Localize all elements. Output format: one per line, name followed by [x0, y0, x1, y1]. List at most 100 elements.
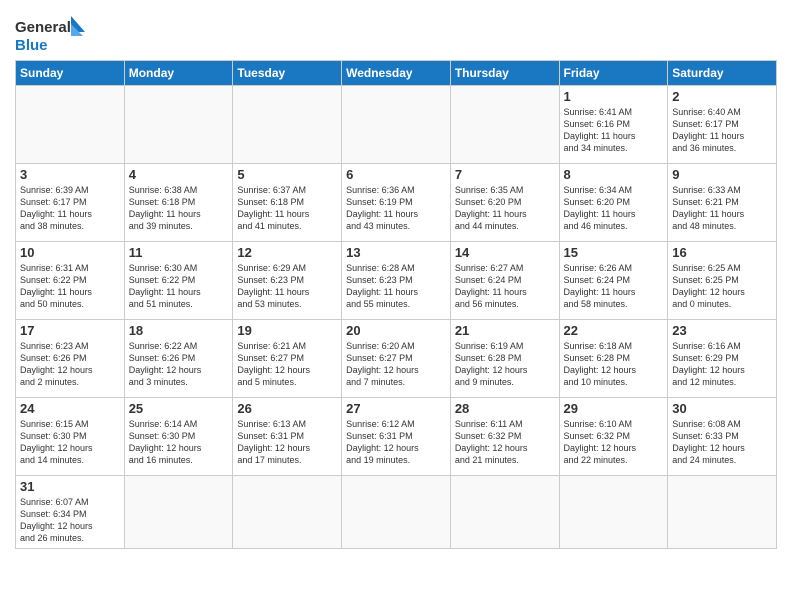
day-info: Sunrise: 6:40 AM Sunset: 6:17 PM Dayligh… [672, 106, 772, 155]
day-header-saturday: Saturday [668, 61, 777, 86]
calendar-cell [450, 86, 559, 164]
day-header-wednesday: Wednesday [342, 61, 451, 86]
calendar-cell: 12 Sunrise: 6:29 AM Sunset: 6:23 PM Dayli… [233, 242, 342, 320]
calendar-cell [450, 476, 559, 549]
day-info: Sunrise: 6:18 AM Sunset: 6:28 PM Dayligh… [564, 340, 664, 389]
day-info: Sunrise: 6:16 AM Sunset: 6:29 PM Dayligh… [672, 340, 772, 389]
day-info: Sunrise: 6:27 AM Sunset: 6:24 PM Dayligh… [455, 262, 555, 311]
day-number: 22 [564, 323, 664, 338]
calendar-cell: 2 Sunrise: 6:40 AM Sunset: 6:17 PM Daylig… [668, 86, 777, 164]
day-info: Sunrise: 6:26 AM Sunset: 6:24 PM Dayligh… [564, 262, 664, 311]
day-info: Sunrise: 6:36 AM Sunset: 6:19 PM Dayligh… [346, 184, 446, 233]
calendar-cell: 3Sunrise: 6:39 AM Sunset: 6:17 PM Daylig… [16, 164, 125, 242]
calendar-cell: 23 Sunrise: 6:16 AM Sunset: 6:29 PM Dayli… [668, 320, 777, 398]
day-number: 17 [20, 323, 120, 338]
day-info: Sunrise: 6:37 AM Sunset: 6:18 PM Dayligh… [237, 184, 337, 233]
day-number: 28 [455, 401, 555, 416]
day-number: 7 [455, 167, 555, 182]
day-header-friday: Friday [559, 61, 668, 86]
day-number: 31 [20, 479, 120, 494]
day-info: Sunrise: 6:41 AM Sunset: 6:16 PM Dayligh… [564, 106, 664, 155]
day-info: Sunrise: 6:30 AM Sunset: 6:22 PM Dayligh… [129, 262, 229, 311]
calendar-week-1: 1 Sunrise: 6:41 AM Sunset: 6:16 PM Daylig… [16, 86, 777, 164]
day-number: 15 [564, 245, 664, 260]
day-number: 13 [346, 245, 446, 260]
calendar-cell: 20 Sunrise: 6:20 AM Sunset: 6:27 PM Dayli… [342, 320, 451, 398]
day-info: Sunrise: 6:19 AM Sunset: 6:28 PM Dayligh… [455, 340, 555, 389]
calendar-cell [124, 476, 233, 549]
calendar-week-4: 17Sunrise: 6:23 AM Sunset: 6:26 PM Dayli… [16, 320, 777, 398]
day-info: Sunrise: 6:28 AM Sunset: 6:23 PM Dayligh… [346, 262, 446, 311]
day-info: Sunrise: 6:39 AM Sunset: 6:17 PM Dayligh… [20, 184, 120, 233]
day-info: Sunrise: 6:07 AM Sunset: 6:34 PM Dayligh… [20, 496, 120, 545]
day-header-thursday: Thursday [450, 61, 559, 86]
calendar-cell: 6 Sunrise: 6:36 AM Sunset: 6:19 PM Daylig… [342, 164, 451, 242]
day-number: 24 [20, 401, 120, 416]
day-info: Sunrise: 6:38 AM Sunset: 6:18 PM Dayligh… [129, 184, 229, 233]
calendar-cell: 15 Sunrise: 6:26 AM Sunset: 6:24 PM Dayli… [559, 242, 668, 320]
svg-text:Blue: Blue [15, 37, 48, 54]
svg-text:General: General [15, 19, 71, 36]
calendar-cell: 19Sunrise: 6:21 AM Sunset: 6:27 PM Dayli… [233, 320, 342, 398]
day-info: Sunrise: 6:29 AM Sunset: 6:23 PM Dayligh… [237, 262, 337, 311]
calendar-cell [16, 86, 125, 164]
calendar-cell: 8Sunrise: 6:34 AM Sunset: 6:20 PM Daylig… [559, 164, 668, 242]
day-info: Sunrise: 6:15 AM Sunset: 6:30 PM Dayligh… [20, 418, 120, 467]
day-number: 26 [237, 401, 337, 416]
calendar-week-2: 3Sunrise: 6:39 AM Sunset: 6:17 PM Daylig… [16, 164, 777, 242]
day-number: 11 [129, 245, 229, 260]
calendar-week-6: 31 Sunrise: 6:07 AM Sunset: 6:34 PM Dayli… [16, 476, 777, 549]
calendar-cell: 16 Sunrise: 6:25 AM Sunset: 6:25 PM Dayli… [668, 242, 777, 320]
day-number: 5 [237, 167, 337, 182]
calendar-cell: 1 Sunrise: 6:41 AM Sunset: 6:16 PM Daylig… [559, 86, 668, 164]
day-info: Sunrise: 6:10 AM Sunset: 6:32 PM Dayligh… [564, 418, 664, 467]
day-header-tuesday: Tuesday [233, 61, 342, 86]
day-info: Sunrise: 6:14 AM Sunset: 6:30 PM Dayligh… [129, 418, 229, 467]
day-number: 12 [237, 245, 337, 260]
day-number: 20 [346, 323, 446, 338]
calendar-cell: 27 Sunrise: 6:12 AM Sunset: 6:31 PM Dayli… [342, 398, 451, 476]
day-info: Sunrise: 6:12 AM Sunset: 6:31 PM Dayligh… [346, 418, 446, 467]
calendar-cell: 13 Sunrise: 6:28 AM Sunset: 6:23 PM Dayli… [342, 242, 451, 320]
day-number: 10 [20, 245, 120, 260]
day-number: 6 [346, 167, 446, 182]
day-number: 18 [129, 323, 229, 338]
calendar-cell: 5 Sunrise: 6:37 AM Sunset: 6:18 PM Daylig… [233, 164, 342, 242]
logo: GeneralBlue [15, 14, 95, 54]
day-info: Sunrise: 6:20 AM Sunset: 6:27 PM Dayligh… [346, 340, 446, 389]
calendar-cell: 7 Sunrise: 6:35 AM Sunset: 6:20 PM Daylig… [450, 164, 559, 242]
day-number: 2 [672, 89, 772, 104]
calendar-cell: 21Sunrise: 6:19 AM Sunset: 6:28 PM Dayli… [450, 320, 559, 398]
calendar-cell [668, 476, 777, 549]
calendar-week-5: 24 Sunrise: 6:15 AM Sunset: 6:30 PM Dayli… [16, 398, 777, 476]
day-number: 19 [237, 323, 337, 338]
calendar-cell: 28 Sunrise: 6:11 AM Sunset: 6:32 PM Dayli… [450, 398, 559, 476]
calendar-cell: 4 Sunrise: 6:38 AM Sunset: 6:18 PM Daylig… [124, 164, 233, 242]
day-info: Sunrise: 6:11 AM Sunset: 6:32 PM Dayligh… [455, 418, 555, 467]
calendar-cell [124, 86, 233, 164]
day-info: Sunrise: 6:08 AM Sunset: 6:33 PM Dayligh… [672, 418, 772, 467]
calendar-cell: 10 Sunrise: 6:31 AM Sunset: 6:22 PM Dayli… [16, 242, 125, 320]
day-number: 1 [564, 89, 664, 104]
day-number: 9 [672, 167, 772, 182]
day-number: 4 [129, 167, 229, 182]
calendar-cell: 31 Sunrise: 6:07 AM Sunset: 6:34 PM Dayli… [16, 476, 125, 549]
day-number: 8 [564, 167, 664, 182]
day-info: Sunrise: 6:35 AM Sunset: 6:20 PM Dayligh… [455, 184, 555, 233]
calendar-cell: 18Sunrise: 6:22 AM Sunset: 6:26 PM Dayli… [124, 320, 233, 398]
day-info: Sunrise: 6:31 AM Sunset: 6:22 PM Dayligh… [20, 262, 120, 311]
calendar-cell [342, 476, 451, 549]
day-info: Sunrise: 6:25 AM Sunset: 6:25 PM Dayligh… [672, 262, 772, 311]
header: GeneralBlue [15, 10, 777, 54]
day-info: Sunrise: 6:33 AM Sunset: 6:21 PM Dayligh… [672, 184, 772, 233]
calendar-cell: 25Sunrise: 6:14 AM Sunset: 6:30 PM Dayli… [124, 398, 233, 476]
calendar-table: SundayMondayTuesdayWednesdayThursdayFrid… [15, 60, 777, 549]
calendar-cell: 9 Sunrise: 6:33 AM Sunset: 6:21 PM Daylig… [668, 164, 777, 242]
day-number: 23 [672, 323, 772, 338]
calendar-cell: 17Sunrise: 6:23 AM Sunset: 6:26 PM Dayli… [16, 320, 125, 398]
calendar-cell: 26Sunrise: 6:13 AM Sunset: 6:31 PM Dayli… [233, 398, 342, 476]
calendar-cell [233, 86, 342, 164]
calendar-week-3: 10 Sunrise: 6:31 AM Sunset: 6:22 PM Dayli… [16, 242, 777, 320]
day-number: 16 [672, 245, 772, 260]
day-number: 27 [346, 401, 446, 416]
